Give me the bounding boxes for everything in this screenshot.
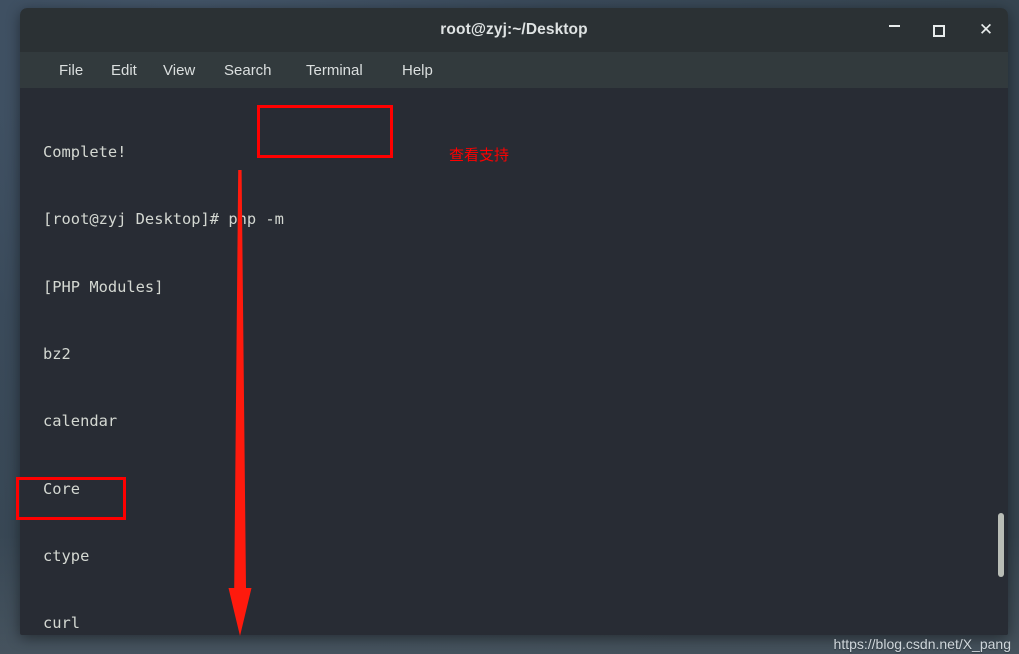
menu-item-terminal[interactable]: Terminal	[304, 52, 365, 88]
minimize-icon	[888, 25, 900, 27]
maximize-icon	[933, 25, 945, 37]
terminal-line: Complete!	[43, 142, 127, 161]
down-arrow-icon	[228, 170, 252, 636]
scrollbar-thumb[interactable]	[998, 513, 1004, 577]
menu-bar: File Edit View Search Terminal Help	[20, 52, 1008, 89]
annotation-box-command	[257, 105, 393, 158]
menu-item-search[interactable]: Search	[222, 52, 274, 88]
menu-item-view[interactable]: View	[161, 52, 197, 88]
maximize-button[interactable]	[929, 20, 949, 40]
terminal-window[interactable]: root@zyj:~/Desktop ✕ File Edit View Sear…	[20, 8, 1008, 635]
menu-item-file[interactable]: File	[57, 52, 85, 88]
window-title: root@zyj:~/Desktop	[440, 21, 588, 38]
window-titlebar[interactable]: root@zyj:~/Desktop ✕	[20, 8, 1008, 53]
annotation-label: 查看支持	[449, 146, 510, 164]
menu-item-help[interactable]: Help	[400, 52, 435, 88]
watermark-text: https://blog.csdn.net/X_pang	[833, 636, 1011, 652]
terminal-scrollbar[interactable]	[994, 88, 1008, 635]
close-icon: ✕	[978, 20, 994, 39]
close-button[interactable]: ✕	[976, 20, 996, 40]
terminal-output-area[interactable]: Complete! [root@zyj Desktop]# php -m [PH…	[20, 88, 1008, 635]
menu-item-edit[interactable]: Edit	[109, 52, 139, 88]
annotation-box-modules	[16, 477, 126, 520]
minimize-button[interactable]	[884, 20, 904, 40]
